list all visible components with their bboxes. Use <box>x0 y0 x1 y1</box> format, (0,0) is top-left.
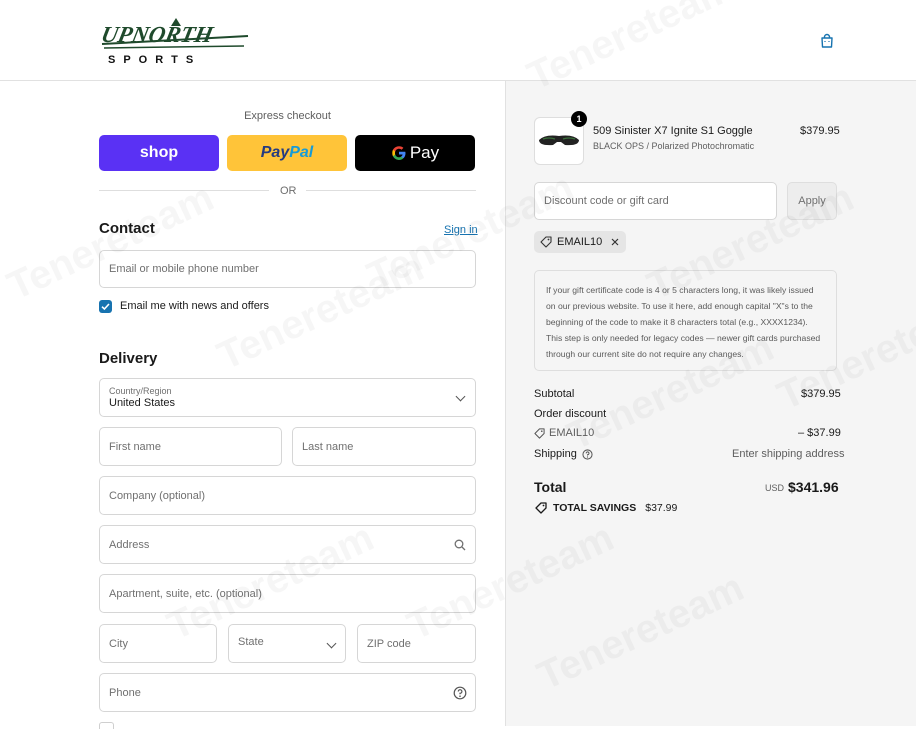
sign-in-link[interactable]: Sign in <box>444 224 478 236</box>
company-field[interactable]: Company (optional) <box>99 476 476 515</box>
order-discount-label: Order discount <box>534 408 607 420</box>
product-price: $379.95 <box>800 125 840 137</box>
applied-discount-tag: EMAIL10 <box>534 231 627 253</box>
help-icon[interactable] <box>582 448 593 460</box>
newsletter-label: Email me with news and offers <box>120 300 269 312</box>
chevron-down-icon <box>326 638 337 649</box>
or-separator: OR <box>280 185 297 197</box>
total-label: Total <box>534 479 567 495</box>
divider <box>306 190 476 191</box>
google-g-icon <box>392 146 406 160</box>
help-icon[interactable] <box>453 686 467 700</box>
currency-code: USD <box>765 483 785 493</box>
upnorth-sports-logo[interactable]: UPNORTH SPORTS <box>98 14 250 66</box>
apartment-field[interactable]: Apartment, suite, etc. (optional) <box>99 574 476 613</box>
product-name: 509 Sinister X7 Ignite S1 Goggle <box>593 125 753 137</box>
country-label: Country/Region <box>109 386 172 396</box>
watermark: Tenereteam <box>1 175 221 309</box>
last-name-field[interactable]: Last name <box>292 427 476 466</box>
address-field[interactable]: Address <box>99 525 476 564</box>
paypal-button[interactable]: Pay Pal <box>227 135 347 171</box>
city-field[interactable]: City <box>99 624 217 663</box>
subtotal-label: Subtotal <box>534 388 575 400</box>
svg-text:SPORTS: SPORTS <box>108 54 201 66</box>
chevron-down-icon <box>455 391 466 402</box>
state-select[interactable]: State <box>228 624 346 663</box>
search-icon <box>454 539 466 551</box>
total-value: $341.96 <box>788 479 839 495</box>
email-field[interactable]: Email or mobile phone number <box>99 250 476 288</box>
shopping-bag-icon[interactable] <box>819 33 835 49</box>
express-checkout-title: Express checkout <box>244 110 331 122</box>
gift-card-note: If your gift certificate code is 4 or 5 … <box>534 270 837 371</box>
remove-discount-icon[interactable] <box>610 237 620 247</box>
tag-icon <box>540 236 552 248</box>
delivery-heading: Delivery <box>99 350 158 367</box>
country-value: United States <box>109 397 176 409</box>
phone-field[interactable]: Phone <box>99 673 476 712</box>
savings-tag-icon <box>535 502 547 514</box>
order-summary-panel <box>505 81 916 726</box>
discount-value: – $37.99 <box>798 427 841 439</box>
google-pay-button[interactable]: Pay <box>355 135 475 171</box>
subtotal-value: $379.95 <box>801 388 841 400</box>
discount-code-row: EMAIL10 <box>534 427 594 439</box>
header: UPNORTH SPORTS <box>0 0 916 81</box>
zip-field[interactable]: ZIP code <box>357 624 476 663</box>
shipping-value: Enter shipping address <box>732 448 845 460</box>
contact-heading: Contact <box>99 220 155 237</box>
quantity-badge: 1 <box>571 111 587 127</box>
svg-text:UPNORTH: UPNORTH <box>99 22 216 48</box>
country-select[interactable]: Country/Region United States <box>99 378 476 417</box>
divider <box>99 190 269 191</box>
discount-code-input[interactable]: Discount code or gift card <box>534 182 777 220</box>
total-savings-row: TOTAL SAVINGS $37.99 <box>535 502 677 514</box>
product-variant: BLACK OPS / Polarized Photochromatic <box>593 141 755 151</box>
shop-pay-button[interactable]: shop <box>99 135 219 171</box>
apply-discount-button[interactable]: Apply <box>787 182 837 220</box>
tag-icon <box>534 427 545 439</box>
checkmark-icon <box>101 303 110 311</box>
first-name-field[interactable]: First name <box>99 427 282 466</box>
newsletter-checkbox[interactable] <box>99 300 112 313</box>
shipping-row: Shipping <box>534 448 593 460</box>
